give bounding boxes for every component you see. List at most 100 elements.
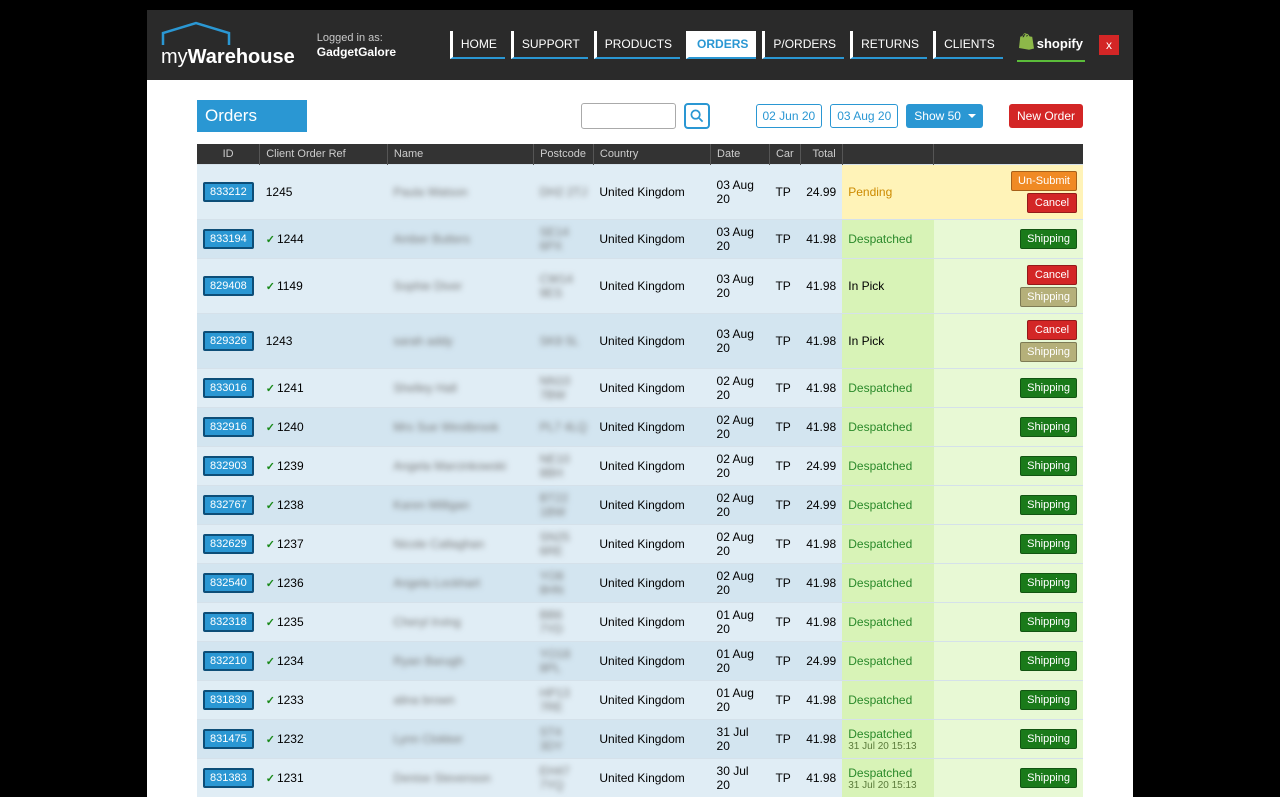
controls-bar: Orders 02 Jun 20 03 Aug 20 Show 50 New O… [147, 80, 1133, 144]
nav-porders[interactable]: P/ORDERS [762, 31, 844, 59]
total: 41.98 [800, 603, 842, 642]
row-actions: Shipping [934, 564, 1083, 603]
order-id-button[interactable]: 832767 [203, 495, 254, 515]
order-id-button[interactable]: 832540 [203, 573, 254, 593]
shopify-link[interactable]: shopify [1017, 29, 1085, 62]
order-id-button[interactable]: 829408 [203, 276, 254, 296]
postcode: PL7 4LQ [540, 420, 587, 434]
shipping-button[interactable]: Shipping [1020, 729, 1077, 749]
col-ref[interactable]: Client Order Ref [260, 144, 388, 165]
shipping-button[interactable]: Shipping [1020, 456, 1077, 476]
date-to[interactable]: 03 Aug 20 [830, 104, 898, 128]
order-date: 02 Aug 20 [711, 564, 770, 603]
table-row: 831839✓1233alina brownHP13 7REUnited Kin… [197, 681, 1083, 720]
row-actions: Shipping [934, 408, 1083, 447]
shipping-button[interactable]: Shipping [1020, 417, 1077, 437]
orders-table: ID Client Order Ref Name Postcode Countr… [197, 144, 1083, 797]
cancel-button[interactable]: Cancel [1027, 265, 1077, 285]
status: Despatched [842, 486, 934, 525]
check-icon: ✓ [266, 695, 275, 707]
order-id-button[interactable]: 832629 [203, 534, 254, 554]
client-ref: 1238 [277, 498, 304, 512]
carrier: TP [769, 525, 800, 564]
nav-home[interactable]: HOME [450, 31, 505, 59]
status: Despatched [842, 369, 934, 408]
nav-support[interactable]: SUPPORT [511, 31, 588, 59]
customer-name: Nicole Callaghan [393, 537, 484, 551]
carrier: TP [769, 564, 800, 603]
client-ref: 1233 [277, 693, 304, 707]
col-country[interactable]: Country [593, 144, 710, 165]
customer-name: Mrs Sue Westbrook [393, 420, 498, 434]
total: 41.98 [800, 681, 842, 720]
search-input[interactable] [581, 103, 676, 129]
table-row: 831475✓1232Lynn ClokkerST4 3DYUnited Kin… [197, 720, 1083, 759]
cancel-button[interactable]: Cancel [1027, 193, 1077, 213]
shipping-button[interactable]: Shipping [1020, 573, 1077, 593]
shipping-button[interactable]: Shipping [1020, 690, 1077, 710]
status: Despatched [842, 564, 934, 603]
order-id-button[interactable]: 829326 [203, 331, 254, 351]
client-ref: 1244 [277, 232, 304, 246]
order-date: 01 Aug 20 [711, 642, 770, 681]
carrier: TP [769, 369, 800, 408]
shipd-button[interactable]: Shipping [1020, 287, 1077, 307]
col-name[interactable]: Name [387, 144, 533, 165]
shipping-button[interactable]: Shipping [1020, 378, 1077, 398]
order-id-button[interactable]: 831475 [203, 729, 254, 749]
total: 41.98 [800, 759, 842, 797]
shipping-button[interactable]: Shipping [1020, 768, 1077, 788]
row-actions: Shipping [934, 603, 1083, 642]
row-actions: Shipping [934, 369, 1083, 408]
order-id-button[interactable]: 832903 [203, 456, 254, 476]
customer-name: Shelley Hall [393, 381, 456, 395]
col-total[interactable]: Total [800, 144, 842, 165]
order-date: 02 Aug 20 [711, 447, 770, 486]
carrier: TP [769, 759, 800, 797]
col-id[interactable]: ID [197, 144, 260, 165]
nav-products[interactable]: PRODUCTS [594, 31, 680, 59]
order-id-button[interactable]: 833212 [203, 182, 254, 202]
col-postcode[interactable]: Postcode [534, 144, 594, 165]
check-icon: ✓ [266, 500, 275, 512]
page-tab: Orders [197, 100, 307, 132]
postcode: YO18 8PL [540, 647, 571, 675]
order-date: 02 Aug 20 [711, 369, 770, 408]
col-car[interactable]: Car [769, 144, 800, 165]
cancel-button[interactable]: Cancel [1027, 320, 1077, 340]
order-date: 01 Aug 20 [711, 603, 770, 642]
total: 41.98 [800, 314, 842, 369]
shipping-button[interactable]: Shipping [1020, 495, 1077, 515]
logo: myWarehouse [161, 21, 295, 69]
show-select[interactable]: Show 50 [906, 104, 983, 128]
date-from[interactable]: 02 Jun 20 [756, 104, 823, 128]
country: United Kingdom [593, 165, 710, 220]
postcode: SK8 5L [540, 334, 579, 348]
customer-name: Karen Milligan [393, 498, 469, 512]
table-row: 832210✓1234Ryan BarughYO18 8PLUnited Kin… [197, 642, 1083, 681]
order-id-button[interactable]: 831383 [203, 768, 254, 788]
country: United Kingdom [593, 486, 710, 525]
order-id-button[interactable]: 833016 [203, 378, 254, 398]
status-timestamp: 31 Jul 20 15:13 [848, 780, 928, 791]
country: United Kingdom [593, 220, 710, 259]
close-button[interactable]: x [1099, 35, 1119, 55]
col-date[interactable]: Date [711, 144, 770, 165]
nav-returns[interactable]: RETURNS [850, 31, 927, 59]
order-id-button[interactable]: 833194 [203, 229, 254, 249]
order-id-button[interactable]: 832318 [203, 612, 254, 632]
shipping-button[interactable]: Shipping [1020, 534, 1077, 554]
shipping-button[interactable]: Shipping [1020, 612, 1077, 632]
new-order-button[interactable]: New Order [1009, 104, 1083, 128]
order-id-button[interactable]: 832916 [203, 417, 254, 437]
unsubmit-button[interactable]: Un-Submit [1011, 171, 1077, 191]
order-id-button[interactable]: 831839 [203, 690, 254, 710]
search-button[interactable] [684, 103, 710, 129]
shipping-button[interactable]: Shipping [1020, 229, 1077, 249]
nav-clients[interactable]: CLIENTS [933, 31, 1003, 59]
carrier: TP [769, 447, 800, 486]
shipd-button[interactable]: Shipping [1020, 342, 1077, 362]
order-id-button[interactable]: 832210 [203, 651, 254, 671]
nav-orders[interactable]: ORDERS [686, 31, 756, 59]
shipping-button[interactable]: Shipping [1020, 651, 1077, 671]
